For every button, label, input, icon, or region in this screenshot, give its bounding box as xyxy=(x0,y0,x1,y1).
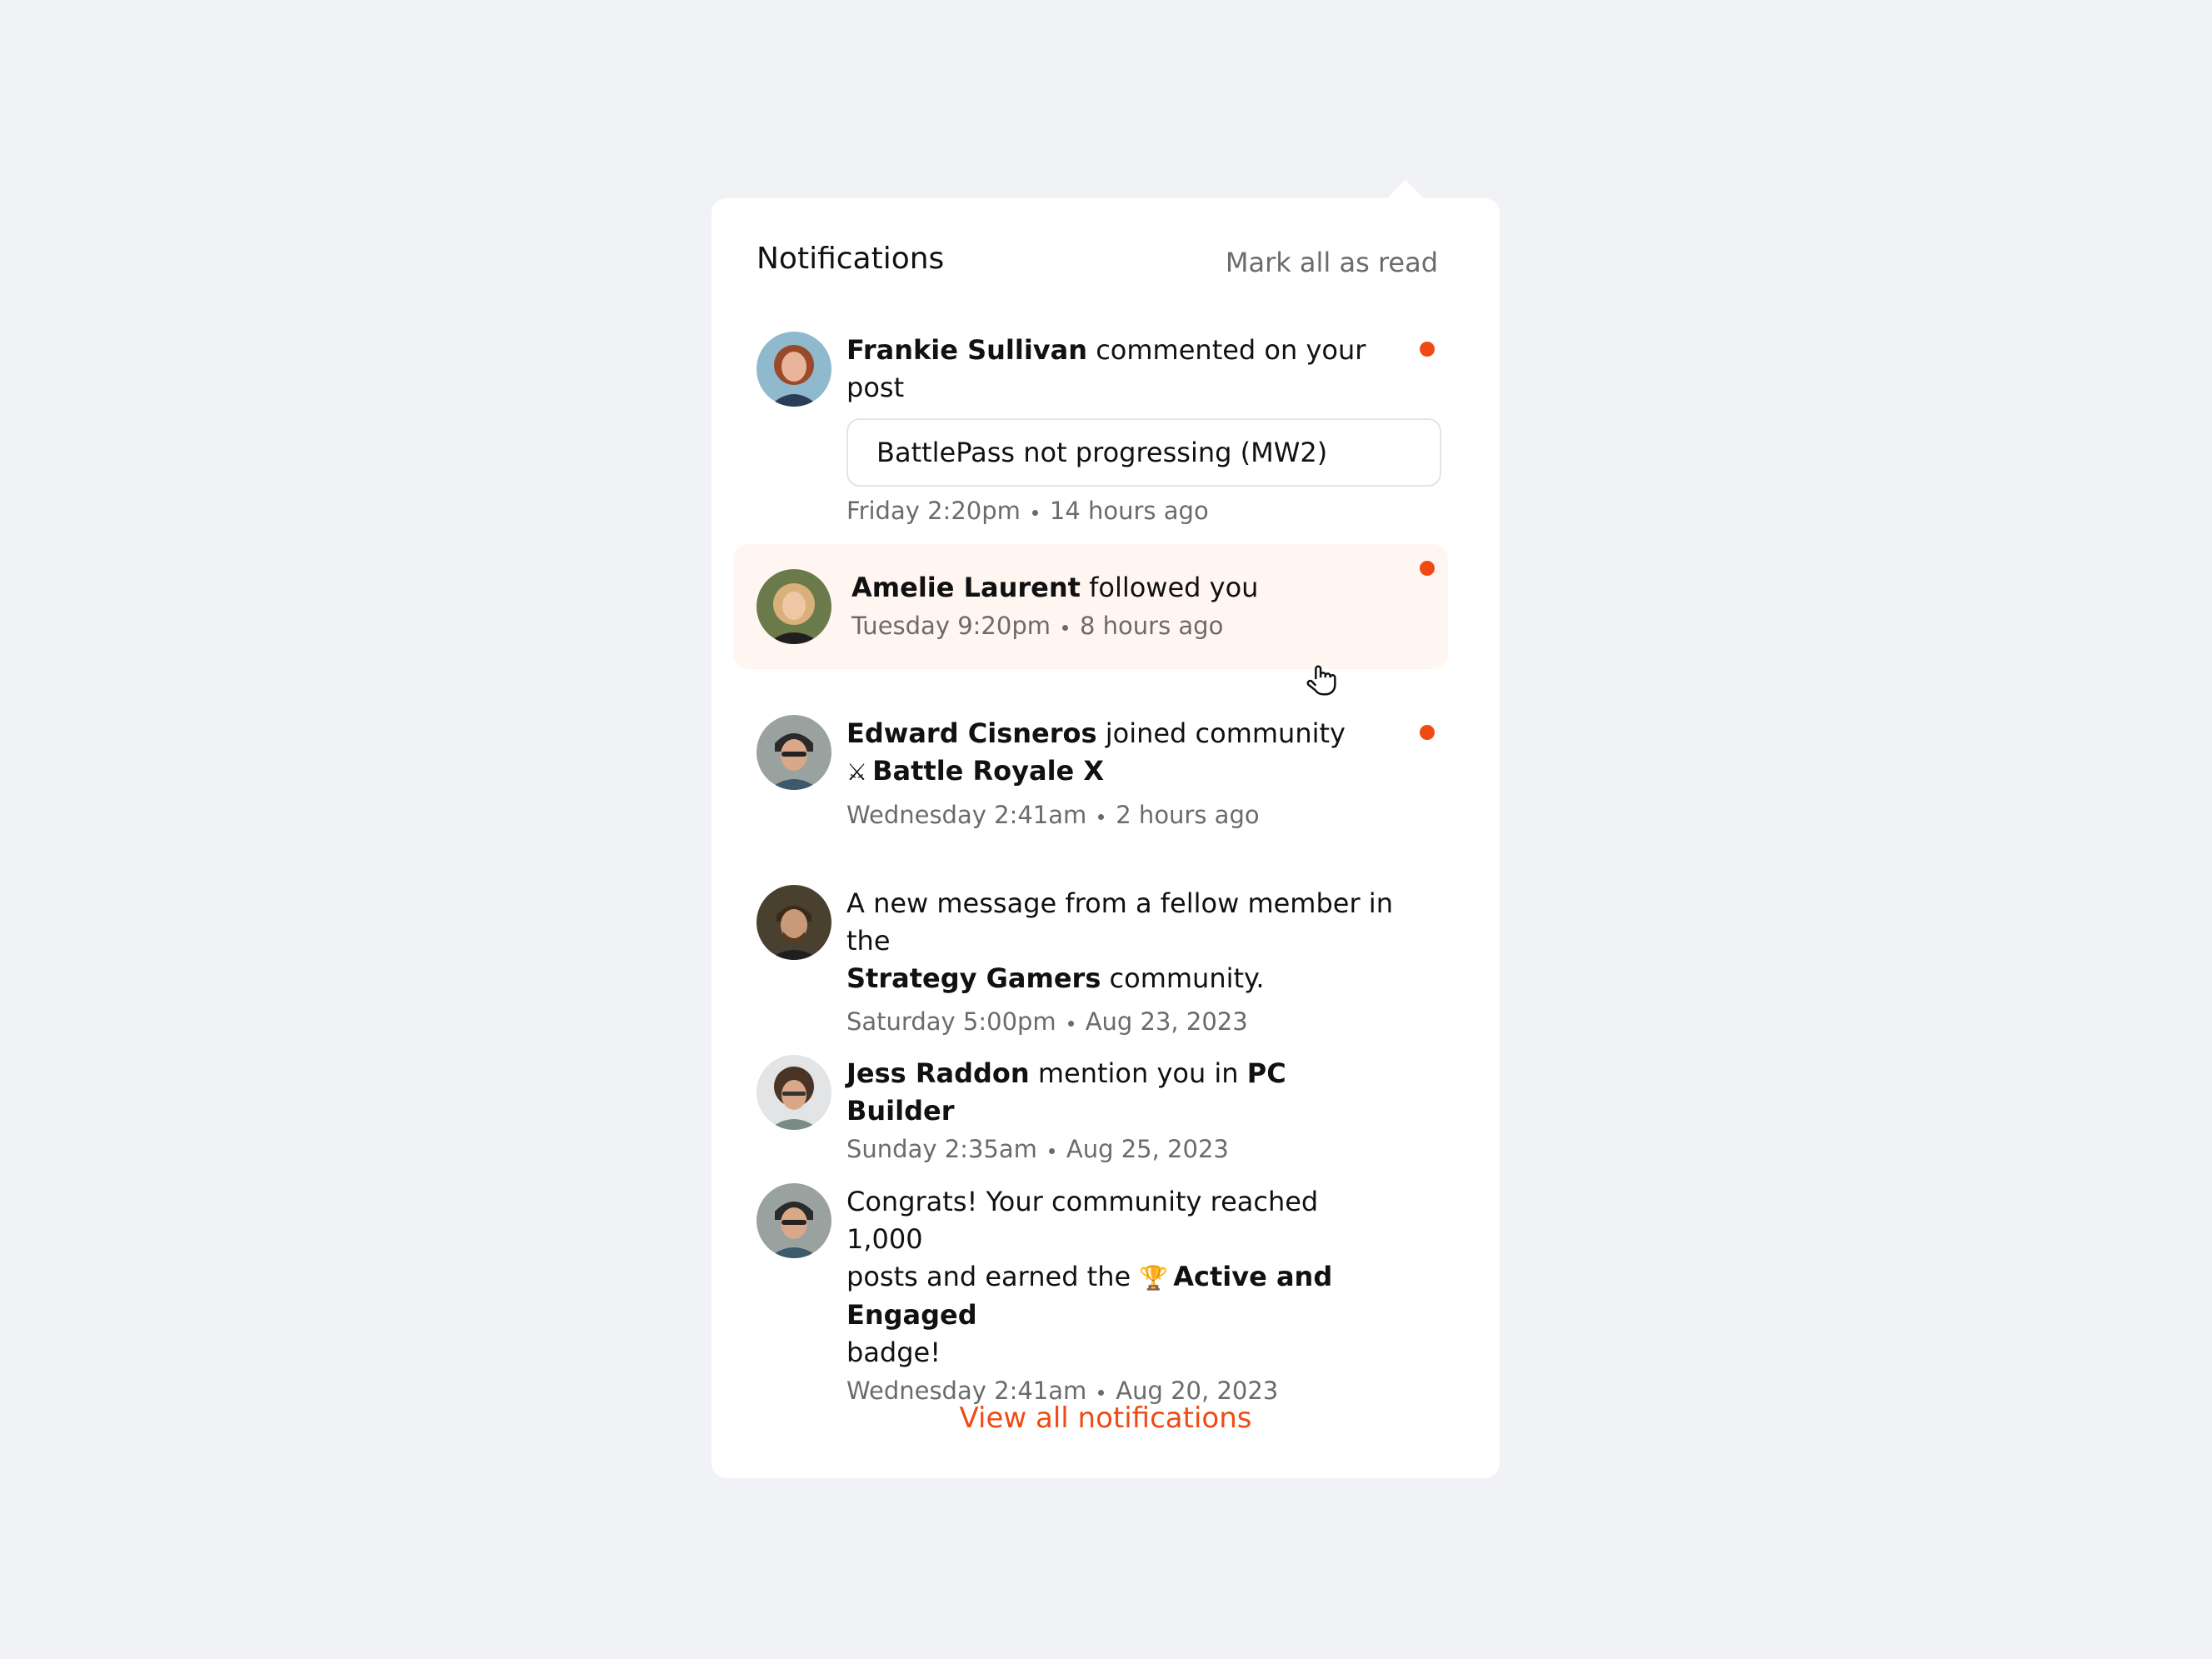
separator-dot xyxy=(1048,1147,1055,1154)
popover-caret xyxy=(1386,180,1426,200)
action-text: mention you in xyxy=(1037,1057,1239,1089)
notification-item[interactable]: Frankie Sullivan commented on your post … xyxy=(756,332,1445,525)
crossed-swords-icon: ⚔ xyxy=(846,758,868,786)
hand-cursor-icon xyxy=(1306,665,1336,696)
separator-dot xyxy=(1061,624,1068,631)
timestamp-day: Wednesday 2:41am xyxy=(846,1377,1087,1405)
timestamp-day: Saturday 5:00pm xyxy=(846,1007,1056,1036)
notification-item[interactable]: Edward Cisneros joined community ⚔ Battle… xyxy=(756,715,1445,857)
avatar-image xyxy=(756,1183,831,1258)
avatar[interactable] xyxy=(756,715,831,790)
timestamp-day: Wednesday 2:41am xyxy=(846,801,1087,829)
action-text: followed you xyxy=(1089,572,1259,603)
unread-indicator xyxy=(1420,561,1435,576)
panel-title: Notifications xyxy=(756,242,945,276)
avatar-image xyxy=(756,569,831,644)
avatar[interactable] xyxy=(756,1055,831,1130)
avatar[interactable] xyxy=(756,1183,831,1258)
separator-dot xyxy=(1067,1020,1074,1027)
timestamp-ago: 8 hours ago xyxy=(1079,612,1224,640)
timestamp-day: Sunday 2:35am xyxy=(846,1135,1037,1163)
post-preview[interactable]: BattlePass not progressing (MW2) xyxy=(846,418,1441,487)
notification-item[interactable]: A new message from a fellow member in th… xyxy=(756,885,1445,1036)
timestamp: Tuesday 9:20pm 8 hours ago xyxy=(851,612,1395,640)
unread-indicator xyxy=(1420,725,1435,740)
timestamp: Saturday 5:00pm Aug 23, 2023 xyxy=(846,1007,1395,1036)
timestamp-day: Friday 2:20pm xyxy=(846,497,1021,525)
unread-indicator xyxy=(1420,342,1435,357)
user-name[interactable]: Amelie Laurent xyxy=(851,572,1081,603)
timestamp-ago: 14 hours ago xyxy=(1049,497,1209,525)
community-name[interactable]: Strategy Gamers xyxy=(846,962,1101,994)
avatar[interactable] xyxy=(756,885,831,960)
message-text: A new message from a fellow member in th… xyxy=(846,887,1393,957)
timestamp-ago: 2 hours ago xyxy=(1116,801,1260,829)
timestamp: Sunday 2:35am Aug 25, 2023 xyxy=(846,1135,1395,1163)
avatar-image xyxy=(756,885,831,960)
user-name[interactable]: Frankie Sullivan xyxy=(846,334,1087,366)
avatar-image xyxy=(756,1055,831,1130)
separator-dot xyxy=(1098,1389,1105,1396)
avatar[interactable] xyxy=(756,332,831,407)
notification-item[interactable]: Jess Raddon mention you in PC Builder Su… xyxy=(756,1055,1445,1163)
action-text: joined community xyxy=(1105,717,1346,749)
timestamp-ago: Aug 25, 2023 xyxy=(1066,1135,1229,1163)
timestamp-day: Tuesday 9:20pm xyxy=(851,612,1051,640)
separator-dot xyxy=(1031,509,1038,516)
avatar-image xyxy=(756,332,831,407)
message-text: Congrats! Your community reached 1,000 xyxy=(846,1186,1319,1255)
avatar[interactable] xyxy=(756,569,831,644)
community-name[interactable]: Battle Royale X xyxy=(872,755,1104,787)
avatar-image xyxy=(756,715,831,790)
timestamp: Wednesday 2:41am 2 hours ago xyxy=(846,801,1395,829)
notifications-panel: Notifications Mark all as read Frankie S… xyxy=(712,198,1500,1478)
timestamp-ago: Aug 23, 2023 xyxy=(1085,1007,1248,1036)
notification-item[interactable]: Amelie Laurent followed you Tuesday 9:20… xyxy=(756,561,1445,669)
user-name[interactable]: Edward Cisneros xyxy=(846,717,1097,749)
separator-dot xyxy=(1098,813,1105,820)
view-all-notifications-link[interactable]: View all notifications xyxy=(712,1402,1500,1435)
trophy-icon: 🏆 xyxy=(1139,1264,1169,1292)
notification-item[interactable]: Congrats! Your community reached 1,000 p… xyxy=(756,1183,1445,1405)
timestamp: Friday 2:20pm 14 hours ago xyxy=(846,497,1395,525)
message-text: posts and earned the xyxy=(846,1261,1131,1292)
mark-all-read-button[interactable]: Mark all as read xyxy=(1226,247,1438,278)
timestamp-ago: Aug 20, 2023 xyxy=(1116,1377,1279,1405)
message-text: badge! xyxy=(846,1337,941,1368)
user-name[interactable]: Jess Raddon xyxy=(846,1057,1030,1089)
timestamp: Wednesday 2:41am Aug 20, 2023 xyxy=(846,1377,1395,1405)
message-text-end: community. xyxy=(1109,962,1265,994)
